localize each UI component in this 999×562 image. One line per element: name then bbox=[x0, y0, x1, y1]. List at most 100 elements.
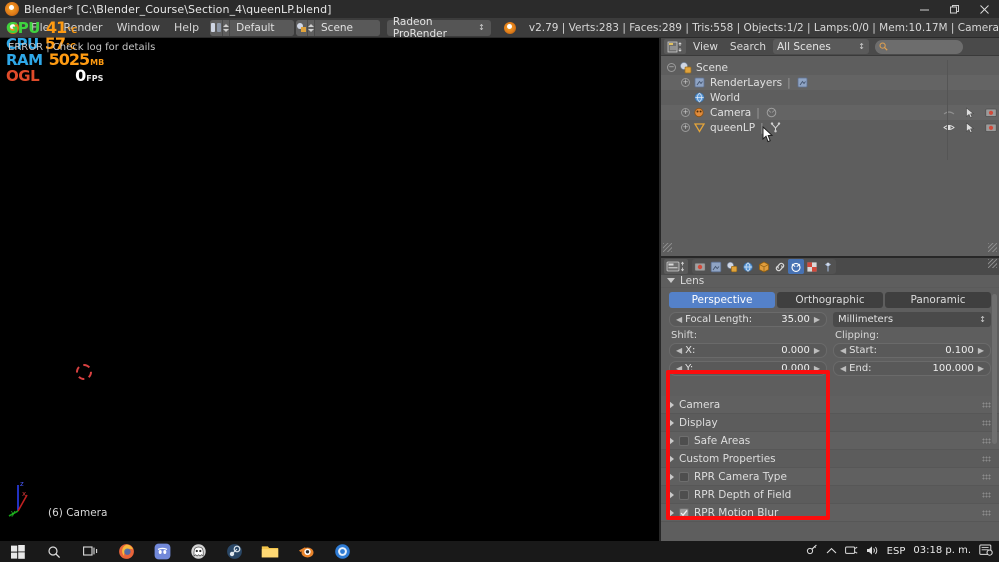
viewport-outliner-divider[interactable] bbox=[659, 38, 661, 541]
tab-world[interactable] bbox=[740, 259, 756, 274]
browser-button[interactable] bbox=[324, 541, 360, 562]
outliner-display-mode-icon[interactable] bbox=[664, 39, 686, 54]
panel-rpr-camera-type[interactable]: RPR Camera Type bbox=[661, 468, 999, 486]
expand-toggle-icon[interactable]: + bbox=[681, 108, 690, 117]
panel-grip-icon[interactable] bbox=[982, 456, 991, 462]
area-corner-handle[interactable] bbox=[663, 243, 672, 252]
scene-arrows-icon[interactable] bbox=[308, 19, 315, 36]
panel-grip-icon[interactable] bbox=[982, 510, 991, 516]
camera-type-panoramic-button[interactable]: Panoramic bbox=[885, 292, 991, 308]
shift-y-field[interactable]: ◀ Y: 0.000 ▶ bbox=[669, 361, 827, 376]
3d-viewport[interactable]: z x y (6) Camera bbox=[0, 38, 659, 541]
tab-scene[interactable] bbox=[724, 259, 740, 274]
panel-safe-areas[interactable]: Safe Areas bbox=[661, 432, 999, 450]
panel-camera[interactable]: Camera bbox=[661, 396, 999, 414]
scene-value[interactable]: Scene bbox=[315, 19, 380, 36]
ghost-app-button[interactable] bbox=[180, 541, 216, 562]
network-icon[interactable] bbox=[844, 545, 858, 559]
focal-length-field[interactable]: ◀ Focal Length: 35.00 ▶ bbox=[669, 312, 827, 327]
expand-toggle-icon[interactable]: + bbox=[681, 78, 690, 87]
notification-icon[interactable] bbox=[979, 544, 993, 559]
renderlayer-data-icon[interactable] bbox=[796, 76, 809, 89]
firefox-button[interactable] bbox=[108, 541, 144, 562]
tab-constraints[interactable] bbox=[772, 259, 788, 274]
file-explorer-button[interactable] bbox=[252, 541, 288, 562]
outliner-menu-view[interactable]: View bbox=[688, 40, 723, 54]
close-button[interactable] bbox=[969, 0, 999, 18]
panel-grip-icon[interactable] bbox=[982, 402, 991, 408]
steam-button[interactable] bbox=[216, 541, 252, 562]
panel-grip-icon[interactable] bbox=[982, 420, 991, 426]
lens-unit-dropdown[interactable]: Millimeters ↕ bbox=[833, 312, 991, 327]
tab-object-data[interactable] bbox=[788, 259, 804, 274]
start-button[interactable] bbox=[0, 541, 36, 562]
increment-icon[interactable]: ▶ bbox=[814, 346, 820, 355]
properties-scrollbar[interactable] bbox=[992, 294, 997, 444]
decrement-icon[interactable]: ◀ bbox=[676, 346, 682, 355]
increment-icon[interactable]: ▶ bbox=[978, 364, 984, 373]
minimize-button[interactable] bbox=[909, 0, 939, 18]
properties-context-icon[interactable] bbox=[664, 259, 688, 274]
panel-rpr-depth-of-field[interactable]: RPR Depth of Field bbox=[661, 486, 999, 504]
increment-icon[interactable]: ▶ bbox=[814, 364, 820, 373]
outliner-properties-divider[interactable] bbox=[661, 256, 999, 258]
language-indicator[interactable]: ESP bbox=[887, 546, 906, 557]
decrement-icon[interactable]: ◀ bbox=[676, 315, 682, 324]
rpr-motion-blur-checkbox[interactable] bbox=[679, 507, 689, 518]
properties-editor[interactable]: Lens Perspective Orthographic Panoramic … bbox=[661, 258, 999, 541]
render-engine-selector[interactable]: Radeon ProRender ↕ bbox=[386, 16, 491, 40]
shift-x-field[interactable]: ◀ X: 0.000 ▶ bbox=[669, 343, 827, 358]
safe-areas-checkbox[interactable] bbox=[679, 435, 689, 446]
menu-help[interactable]: Help bbox=[167, 19, 206, 36]
clip-end-field[interactable]: ◀ End: 100.000 ▶ bbox=[833, 361, 991, 376]
tab-object[interactable] bbox=[756, 259, 772, 274]
camera-type-perspective-button[interactable]: Perspective bbox=[669, 292, 775, 308]
panel-custom-properties[interactable]: Custom Properties bbox=[661, 450, 999, 468]
rpr-depth-of-field-checkbox[interactable] bbox=[679, 489, 689, 500]
decrement-icon[interactable]: ◀ bbox=[676, 364, 682, 373]
screen-layout-arrows-icon[interactable] bbox=[223, 19, 231, 36]
outliner-editor[interactable]: View Search All Scenes ↕ − Scene + Rende… bbox=[661, 38, 999, 256]
panel-grip-icon[interactable] bbox=[982, 474, 991, 480]
volume-icon[interactable] bbox=[866, 545, 879, 559]
clip-start-field[interactable]: ◀ Start: 0.100 ▶ bbox=[833, 343, 991, 358]
camera-type-orthographic-button[interactable]: Orthographic bbox=[777, 292, 883, 308]
decrement-icon[interactable]: ◀ bbox=[840, 364, 846, 373]
tray-chevron-up-icon[interactable] bbox=[826, 545, 837, 558]
panel-grip-icon[interactable] bbox=[982, 438, 991, 444]
increment-icon[interactable]: ▶ bbox=[978, 346, 984, 355]
blender-button[interactable] bbox=[288, 541, 324, 562]
camera-data-icon[interactable] bbox=[765, 106, 778, 119]
tab-texture[interactable] bbox=[804, 259, 820, 274]
rpr-camera-type-checkbox[interactable] bbox=[679, 471, 689, 482]
tab-particles[interactable] bbox=[820, 259, 836, 274]
menu-file[interactable]: File bbox=[24, 19, 56, 36]
decrement-icon[interactable]: ◀ bbox=[840, 346, 846, 355]
task-view-button[interactable] bbox=[72, 541, 108, 562]
discord-button[interactable] bbox=[144, 541, 180, 562]
screen-layout-selector[interactable]: Default + ✕ bbox=[210, 19, 294, 36]
maximize-button[interactable] bbox=[939, 0, 969, 18]
area-corner-handle[interactable] bbox=[988, 259, 997, 268]
menu-render[interactable]: Render bbox=[56, 19, 109, 36]
screen-layout-value[interactable]: Default bbox=[230, 19, 294, 36]
clock[interactable]: 03:18 p. m. bbox=[913, 546, 971, 557]
outliner-search-input[interactable] bbox=[875, 39, 963, 54]
menu-window[interactable]: Window bbox=[110, 19, 167, 36]
lens-panel-header[interactable]: Lens bbox=[661, 274, 999, 288]
outliner-scope-selector[interactable]: All Scenes ↕ bbox=[773, 39, 869, 54]
area-corner-handle[interactable] bbox=[988, 243, 997, 252]
tab-render[interactable] bbox=[692, 259, 708, 274]
tab-render-layers[interactable] bbox=[708, 259, 724, 274]
blender-icon[interactable] bbox=[2, 19, 24, 37]
scene-selector[interactable]: Scene + ✕ bbox=[296, 19, 380, 36]
increment-icon[interactable]: ▶ bbox=[814, 315, 820, 324]
panel-grip-icon[interactable] bbox=[982, 492, 991, 498]
panel-display[interactable]: Display bbox=[661, 414, 999, 432]
search-button[interactable] bbox=[36, 541, 72, 562]
expand-toggle-icon[interactable]: − bbox=[667, 63, 676, 72]
pen-icon[interactable] bbox=[806, 544, 818, 559]
outliner-menu-search[interactable]: Search bbox=[725, 40, 771, 54]
expand-toggle-icon[interactable]: + bbox=[681, 123, 690, 132]
panel-rpr-motion-blur[interactable]: RPR Motion Blur bbox=[661, 504, 999, 522]
